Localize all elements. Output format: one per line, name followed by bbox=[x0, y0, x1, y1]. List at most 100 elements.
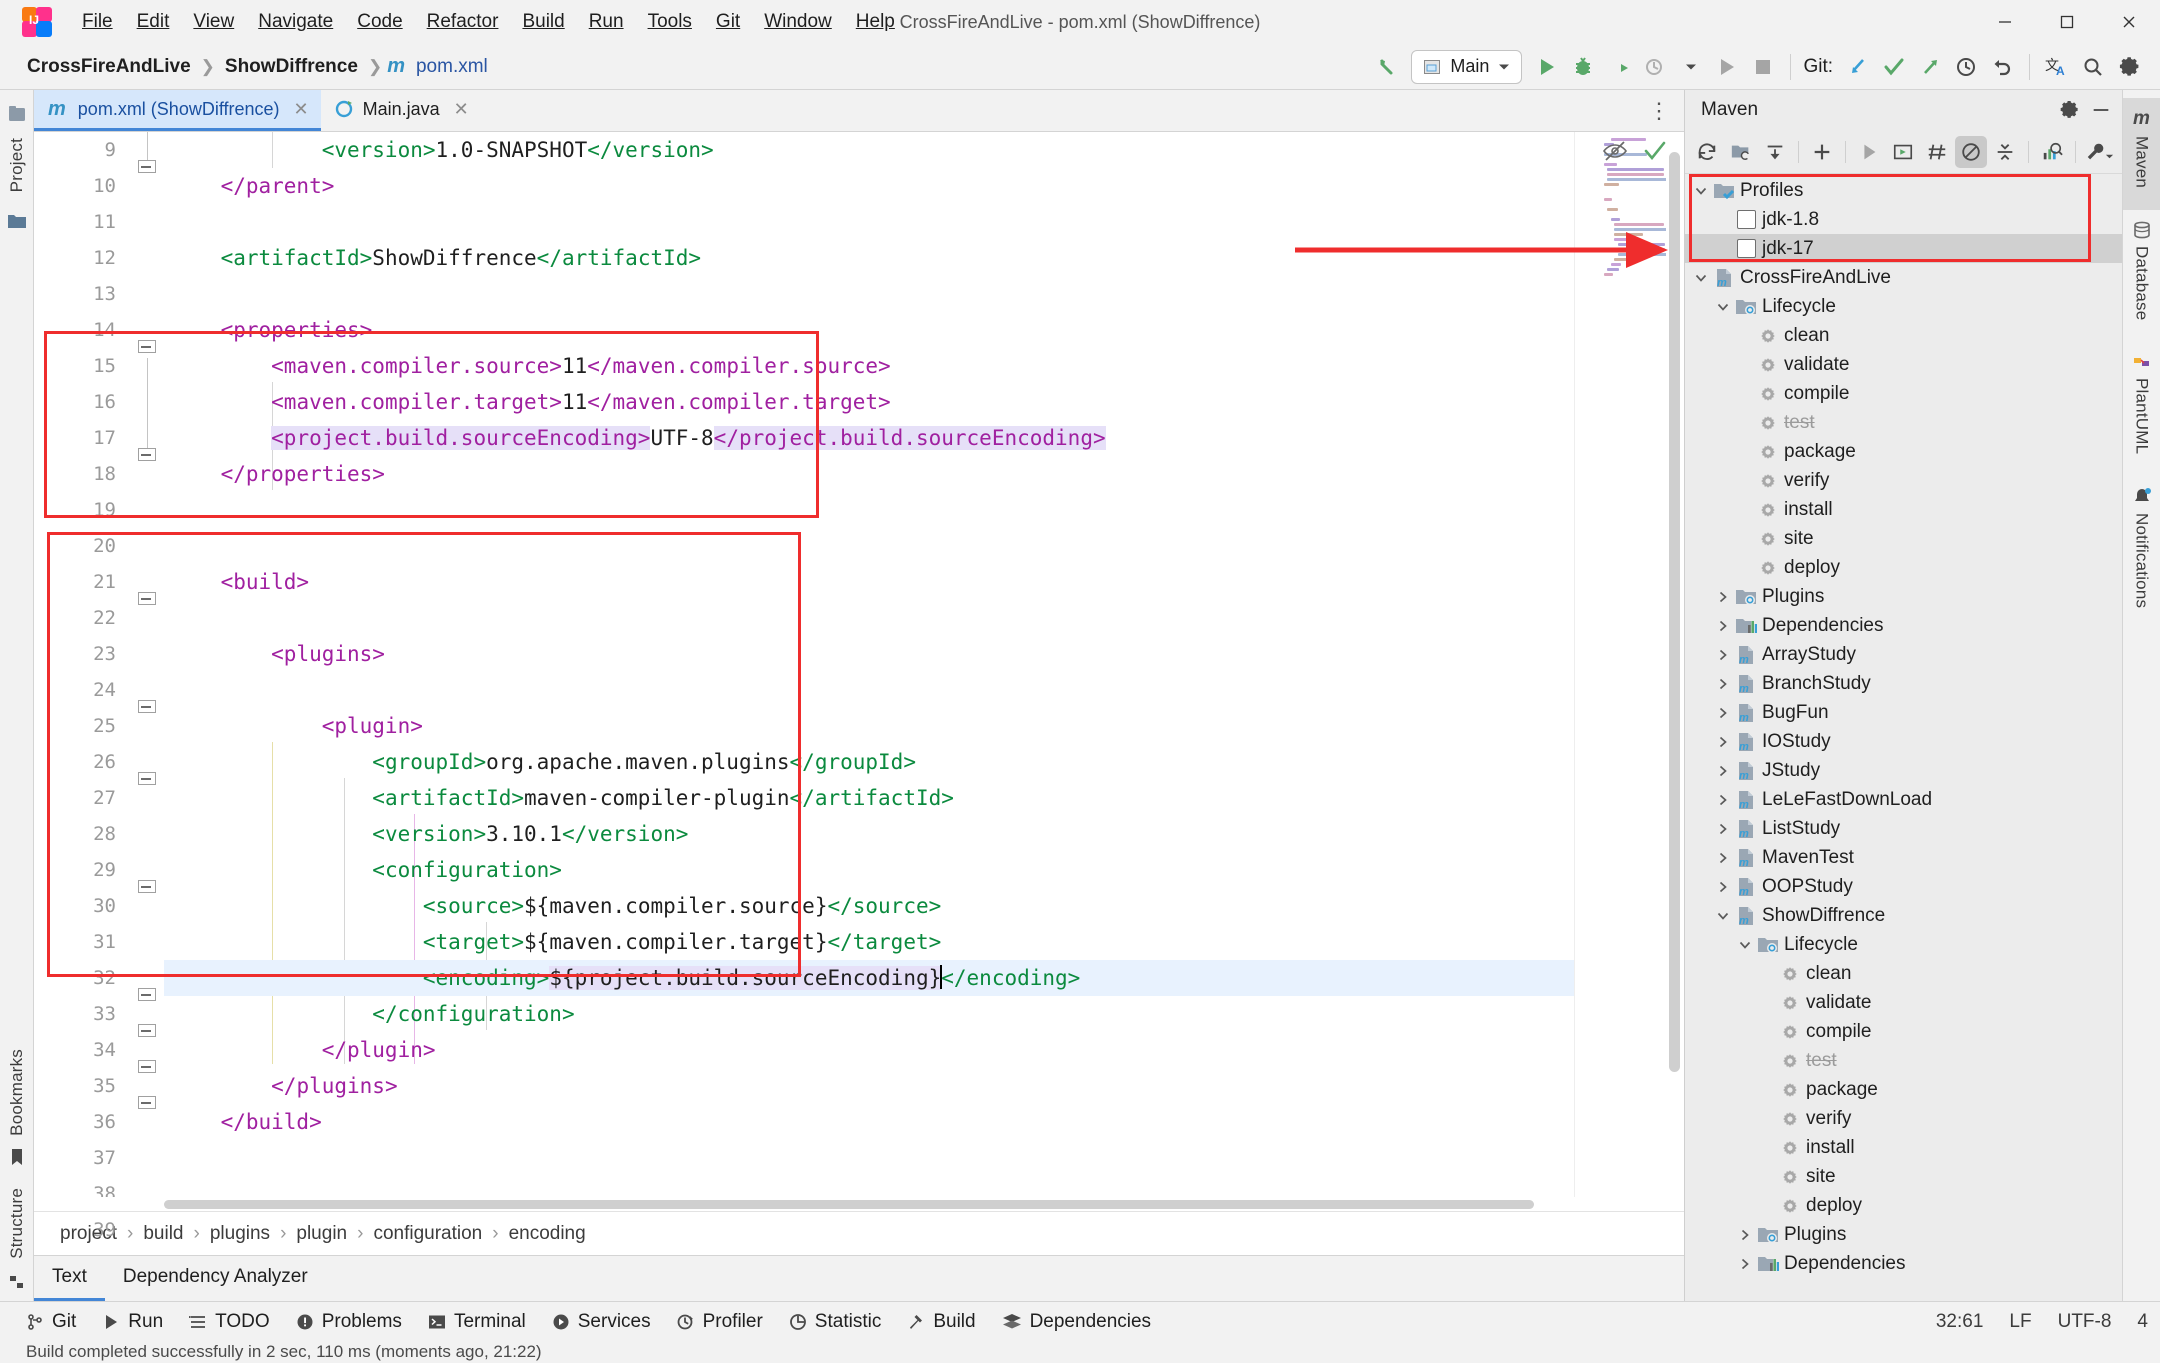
maven-tree-item-plugins[interactable]: Plugins bbox=[1685, 582, 2122, 611]
maven-tree-item-crossfireandlive[interactable]: m CrossFireAndLive bbox=[1685, 263, 2122, 292]
tab-dependency-analyzer[interactable]: Dependency Analyzer bbox=[105, 1256, 326, 1301]
status-bar-line-separator[interactable]: LF bbox=[2009, 1311, 2031, 1333]
run-configuration-icon[interactable] bbox=[1887, 136, 1919, 168]
xml-breadcrumb-item[interactable]: configuration bbox=[373, 1223, 482, 1245]
maven-tree-item-deploy[interactable]: deploy bbox=[1685, 1191, 2122, 1220]
sidebar-item-bookmarks[interactable]: Bookmarks bbox=[7, 1043, 27, 1142]
close-button[interactable] bbox=[2098, 0, 2160, 44]
chevron-right-icon[interactable] bbox=[1713, 590, 1733, 604]
code-line[interactable]: <plugin> bbox=[164, 708, 1574, 744]
horizontal-scrollbar[interactable] bbox=[34, 1197, 1684, 1211]
code-line[interactable]: <plugins> bbox=[164, 636, 1574, 672]
sidebar-item-notifications[interactable]: Notifications bbox=[2132, 477, 2152, 630]
code-line[interactable]: <encoding>${project.build.sourceEncoding… bbox=[164, 960, 1574, 996]
code-line[interactable] bbox=[164, 528, 1574, 564]
close-tab-icon[interactable]: ✕ bbox=[294, 99, 309, 120]
code-line[interactable]: <maven.compiler.source>11</maven.compile… bbox=[164, 348, 1574, 384]
fold-toggle-build[interactable] bbox=[138, 592, 156, 610]
fold-toggle-parent[interactable] bbox=[138, 160, 156, 178]
status-bar-file-encoding[interactable]: UTF-8 bbox=[2058, 1311, 2112, 1333]
inspections-ok-icon[interactable] bbox=[1642, 138, 1668, 164]
maven-tree-item-showdiffrence[interactable]: m ShowDiffrence bbox=[1685, 901, 2122, 930]
eye-off-icon[interactable] bbox=[1602, 138, 1628, 164]
tab-main-java[interactable]: Main.java ✕ bbox=[321, 90, 481, 131]
maven-tree-item-maventest[interactable]: m MavenTest bbox=[1685, 843, 2122, 872]
chevron-right-icon[interactable] bbox=[1713, 648, 1733, 662]
code-line[interactable]: <artifactId>maven-compiler-plugin</artif… bbox=[164, 780, 1574, 816]
maven-tree-item-jstudy[interactable]: m JStudy bbox=[1685, 756, 2122, 785]
rerun-button[interactable] bbox=[1710, 50, 1744, 84]
profile-checkbox[interactable] bbox=[1733, 210, 1759, 229]
maven-tree-item-site[interactable]: site bbox=[1685, 524, 2122, 553]
code-line[interactable] bbox=[164, 1140, 1574, 1176]
chevron-down-icon[interactable] bbox=[1713, 909, 1733, 923]
status-bar-terminal[interactable]: Terminal bbox=[428, 1311, 526, 1333]
maven-tree-item-lifecycle[interactable]: Lifecycle bbox=[1685, 930, 2122, 959]
maven-tree-item-install[interactable]: install bbox=[1685, 1133, 2122, 1162]
maven-tree-item-lelefastdownload[interactable]: m LeLeFastDownLoad bbox=[1685, 785, 2122, 814]
chevron-right-icon[interactable] bbox=[1735, 1228, 1755, 1242]
menu-help[interactable]: Help bbox=[844, 8, 907, 36]
status-bar-problems[interactable]: Problems bbox=[296, 1311, 402, 1333]
status-bar-caret-position[interactable]: 32:61 bbox=[1936, 1311, 1984, 1333]
fold-toggle-properties-end[interactable] bbox=[138, 448, 156, 466]
fold-toggle-configuration[interactable] bbox=[138, 880, 156, 898]
debug-button[interactable] bbox=[1566, 50, 1600, 84]
profile-checkbox[interactable] bbox=[1736, 210, 1756, 229]
chevron-down-icon[interactable] bbox=[1691, 271, 1711, 285]
chevron-down-icon[interactable] bbox=[1674, 50, 1708, 84]
chevron-right-icon[interactable] bbox=[1713, 764, 1733, 778]
code-line[interactable] bbox=[164, 1176, 1574, 1197]
maven-tree-item-bugfun[interactable]: m BugFun bbox=[1685, 698, 2122, 727]
code-editor[interactable]: 9 10 11 12 13 14 15 16 17 18 19 20 21 22 23 24 25 26 27 28 2… bbox=[34, 132, 1684, 1241]
back-arrow-icon[interactable] bbox=[1369, 50, 1403, 84]
maven-projects-tree[interactable]: Profiles jdk-1.8 jdk-17 m CrossFireAndLive Li… bbox=[1685, 174, 2122, 1301]
status-bar-dependencies[interactable]: Dependencies bbox=[1002, 1311, 1151, 1333]
maven-tree-item-lifecycle[interactable]: Lifecycle bbox=[1685, 292, 2122, 321]
reload-projects-icon[interactable] bbox=[1691, 136, 1723, 168]
menu-run[interactable]: Run bbox=[577, 8, 636, 36]
maven-tree-item-plugins[interactable]: Plugins bbox=[1685, 1220, 2122, 1249]
status-bar-statistic[interactable]: Statistic bbox=[789, 1311, 881, 1333]
maven-tree-item-liststudy[interactable]: m ListStudy bbox=[1685, 814, 2122, 843]
scrollbar-thumb[interactable] bbox=[1669, 152, 1680, 1072]
error-marker-bar[interactable] bbox=[1574, 132, 1596, 1197]
show-dependency-diagram-icon[interactable] bbox=[2036, 136, 2068, 168]
run-with-coverage-button[interactable] bbox=[1602, 50, 1636, 84]
structure-icon[interactable] bbox=[8, 1273, 26, 1291]
maven-tree-item-iostudy[interactable]: m IOStudy bbox=[1685, 727, 2122, 756]
stop-button[interactable] bbox=[1746, 50, 1780, 84]
code-line[interactable] bbox=[164, 672, 1574, 708]
maven-tree-item-dependencies[interactable]: Dependencies bbox=[1685, 611, 2122, 640]
chevron-right-icon[interactable] bbox=[1713, 706, 1733, 720]
sidebar-item-project[interactable]: Project bbox=[7, 132, 27, 198]
xml-breadcrumb[interactable]: project › build › plugins › plugin › configurati… bbox=[34, 1211, 1684, 1255]
menu-tools[interactable]: Tools bbox=[636, 8, 704, 36]
bookmark-icon[interactable] bbox=[9, 1148, 25, 1166]
code-line[interactable]: <properties> bbox=[164, 312, 1574, 348]
menu-edit[interactable]: Edit bbox=[125, 8, 182, 36]
maven-settings-icon[interactable] bbox=[2083, 136, 2115, 168]
collapse-all-icon[interactable] bbox=[1989, 136, 2021, 168]
sidebar-item-maven[interactable]: m Maven bbox=[2122, 98, 2160, 211]
tab-text[interactable]: Text bbox=[34, 1256, 105, 1301]
maven-tree-item-package[interactable]: package bbox=[1685, 1075, 2122, 1104]
code-line[interactable]: </properties> bbox=[164, 456, 1574, 492]
status-bar-services[interactable]: Services bbox=[552, 1311, 651, 1333]
sidebar-item-plantuml[interactable]: PlantUML bbox=[2132, 342, 2152, 476]
code-line[interactable]: </build> bbox=[164, 1104, 1574, 1140]
maximize-button[interactable] bbox=[2036, 0, 2098, 44]
code-line[interactable] bbox=[164, 492, 1574, 528]
sidebar-item-database[interactable]: Database bbox=[2132, 210, 2152, 342]
project-tool-icon[interactable] bbox=[7, 104, 27, 124]
code-line[interactable]: <configuration> bbox=[164, 852, 1574, 888]
maven-tree-item-test[interactable]: test bbox=[1685, 408, 2122, 437]
maven-tree-item-site[interactable]: site bbox=[1685, 1162, 2122, 1191]
status-bar-git[interactable]: Git bbox=[26, 1311, 76, 1333]
code-line[interactable]: <source>${maven.compiler.source}</source… bbox=[164, 888, 1574, 924]
chevron-right-icon[interactable] bbox=[1713, 822, 1733, 836]
code-line[interactable] bbox=[164, 204, 1574, 240]
profile-button[interactable] bbox=[1638, 50, 1672, 84]
maven-tree-item-dependencies[interactable]: Dependencies bbox=[1685, 1249, 2122, 1278]
xml-breadcrumb-item[interactable]: encoding bbox=[509, 1223, 586, 1245]
